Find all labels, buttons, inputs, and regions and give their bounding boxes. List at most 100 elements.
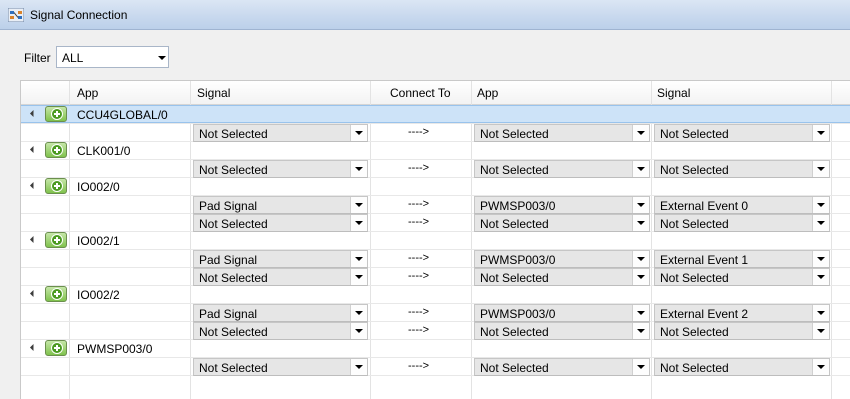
chevron-down-icon xyxy=(355,311,363,315)
target-signal-select[interactable]: Not Selected xyxy=(654,268,830,286)
target-signal-select[interactable]: Not Selected xyxy=(654,124,830,142)
chevron-down-icon xyxy=(637,365,645,369)
chevron-down-icon xyxy=(355,167,363,171)
add-connection-icon[interactable] xyxy=(45,340,67,356)
chevron-down-icon xyxy=(355,275,363,279)
signal-select[interactable]: Pad Signal xyxy=(193,196,368,214)
window-title: Signal Connection xyxy=(30,8,128,22)
add-connection-icon[interactable] xyxy=(45,142,67,158)
dropdown-button[interactable] xyxy=(632,323,649,339)
dropdown-button[interactable] xyxy=(632,125,649,141)
signal-select[interactable]: Pad Signal xyxy=(193,304,368,322)
dropdown-button[interactable] xyxy=(812,197,829,213)
signal-connection-table: App Signal Connect To App Signal CCU4GLO… xyxy=(20,80,850,399)
chevron-down-icon xyxy=(817,329,825,333)
window-titlebar: Signal Connection xyxy=(0,0,850,30)
signal-select-value: Not Selected xyxy=(199,217,268,231)
target-app-select[interactable]: Not Selected xyxy=(474,268,650,286)
target-signal-select-value: External Event 1 xyxy=(660,253,749,267)
dropdown-button[interactable] xyxy=(632,269,649,285)
signal-select-value: Not Selected xyxy=(199,271,268,285)
target-signal-select[interactable]: Not Selected xyxy=(654,358,830,376)
target-app-select[interactable]: Not Selected xyxy=(474,322,650,340)
target-app-select[interactable]: Not Selected xyxy=(474,160,650,178)
dropdown-button[interactable] xyxy=(350,161,367,177)
target-app-select-value: Not Selected xyxy=(480,271,549,285)
dropdown-button[interactable] xyxy=(812,323,829,339)
plus-icon xyxy=(51,234,63,246)
dropdown-button[interactable] xyxy=(632,305,649,321)
add-connection-icon[interactable] xyxy=(45,232,67,248)
expander-triangle-icon[interactable] xyxy=(29,181,38,190)
dropdown-button[interactable] xyxy=(812,305,829,321)
dropdown-button[interactable] xyxy=(350,359,367,375)
connect-arrow: ----> xyxy=(408,360,430,372)
group-app-name: CCU4GLOBAL/0 xyxy=(77,108,168,122)
dropdown-button[interactable] xyxy=(812,359,829,375)
signal-select[interactable]: Not Selected xyxy=(193,358,368,376)
target-app-select[interactable]: PWMSP003/0 xyxy=(474,196,650,214)
expander-triangle-icon[interactable] xyxy=(29,235,38,244)
dropdown-button[interactable] xyxy=(350,197,367,213)
signal-select[interactable]: Pad Signal xyxy=(193,250,368,268)
dropdown-button[interactable] xyxy=(632,215,649,231)
chevron-down-icon xyxy=(637,221,645,225)
target-signal-select[interactable]: Not Selected xyxy=(654,214,830,232)
plus-icon xyxy=(51,144,63,156)
target-app-select[interactable]: Not Selected xyxy=(474,358,650,376)
target-app-select[interactable]: PWMSP003/0 xyxy=(474,304,650,322)
filter-select[interactable]: ALL xyxy=(56,46,169,68)
dropdown-button[interactable] xyxy=(350,269,367,285)
dropdown-button[interactable] xyxy=(632,359,649,375)
target-signal-select[interactable]: Not Selected xyxy=(654,322,830,340)
dropdown-button[interactable] xyxy=(350,125,367,141)
signal-select-value: Not Selected xyxy=(199,361,268,375)
dropdown-button[interactable] xyxy=(812,215,829,231)
dropdown-button[interactable] xyxy=(812,251,829,267)
signal-select[interactable]: Not Selected xyxy=(193,268,368,286)
target-signal-select-value: External Event 2 xyxy=(660,307,749,321)
group-app-name: PWMSP003/0 xyxy=(77,342,153,356)
signal-select[interactable]: Not Selected xyxy=(193,160,368,178)
target-signal-select-value: External Event 0 xyxy=(660,199,749,213)
add-connection-icon[interactable] xyxy=(45,178,67,194)
chevron-down-icon xyxy=(817,221,825,225)
dropdown-button[interactable] xyxy=(632,161,649,177)
dropdown-button[interactable] xyxy=(632,197,649,213)
dropdown-button[interactable] xyxy=(350,323,367,339)
target-app-select-value: PWMSP003/0 xyxy=(480,253,556,267)
filter-label: Filter xyxy=(24,51,51,65)
header-connect-to: Connect To xyxy=(390,86,451,100)
chevron-down-icon xyxy=(355,365,363,369)
dropdown-button[interactable] xyxy=(632,251,649,267)
add-connection-icon[interactable] xyxy=(45,286,67,302)
group-app-name: CLK001/0 xyxy=(77,144,131,158)
expander-triangle-icon[interactable] xyxy=(29,145,38,154)
target-signal-select[interactable]: External Event 0 xyxy=(654,196,830,214)
target-app-select[interactable]: Not Selected xyxy=(474,214,650,232)
target-signal-select[interactable]: External Event 1 xyxy=(654,250,830,268)
dropdown-button[interactable] xyxy=(350,215,367,231)
chevron-down-icon xyxy=(817,275,825,279)
target-app-select[interactable]: PWMSP003/0 xyxy=(474,250,650,268)
dropdown-button[interactable] xyxy=(812,269,829,285)
dropdown-button[interactable] xyxy=(812,161,829,177)
signal-select[interactable]: Not Selected xyxy=(193,322,368,340)
dropdown-button[interactable] xyxy=(350,251,367,267)
signal-select[interactable]: Not Selected xyxy=(193,124,368,142)
chevron-down-icon xyxy=(158,56,166,60)
dropdown-button[interactable] xyxy=(812,125,829,141)
expander-triangle-icon[interactable] xyxy=(29,343,38,352)
chevron-down-icon xyxy=(637,203,645,207)
dropdown-button[interactable] xyxy=(350,305,367,321)
chevron-down-icon xyxy=(817,311,825,315)
target-signal-select[interactable]: Not Selected xyxy=(654,160,830,178)
target-app-select-value: Not Selected xyxy=(480,163,549,177)
target-signal-select[interactable]: External Event 2 xyxy=(654,304,830,322)
signal-select[interactable]: Not Selected xyxy=(193,214,368,232)
expander-triangle-icon[interactable] xyxy=(29,289,38,298)
target-app-select-value: Not Selected xyxy=(480,361,549,375)
target-app-select[interactable]: Not Selected xyxy=(474,124,650,142)
header-target-app: App xyxy=(477,86,499,100)
add-connection-icon[interactable] xyxy=(45,106,67,122)
